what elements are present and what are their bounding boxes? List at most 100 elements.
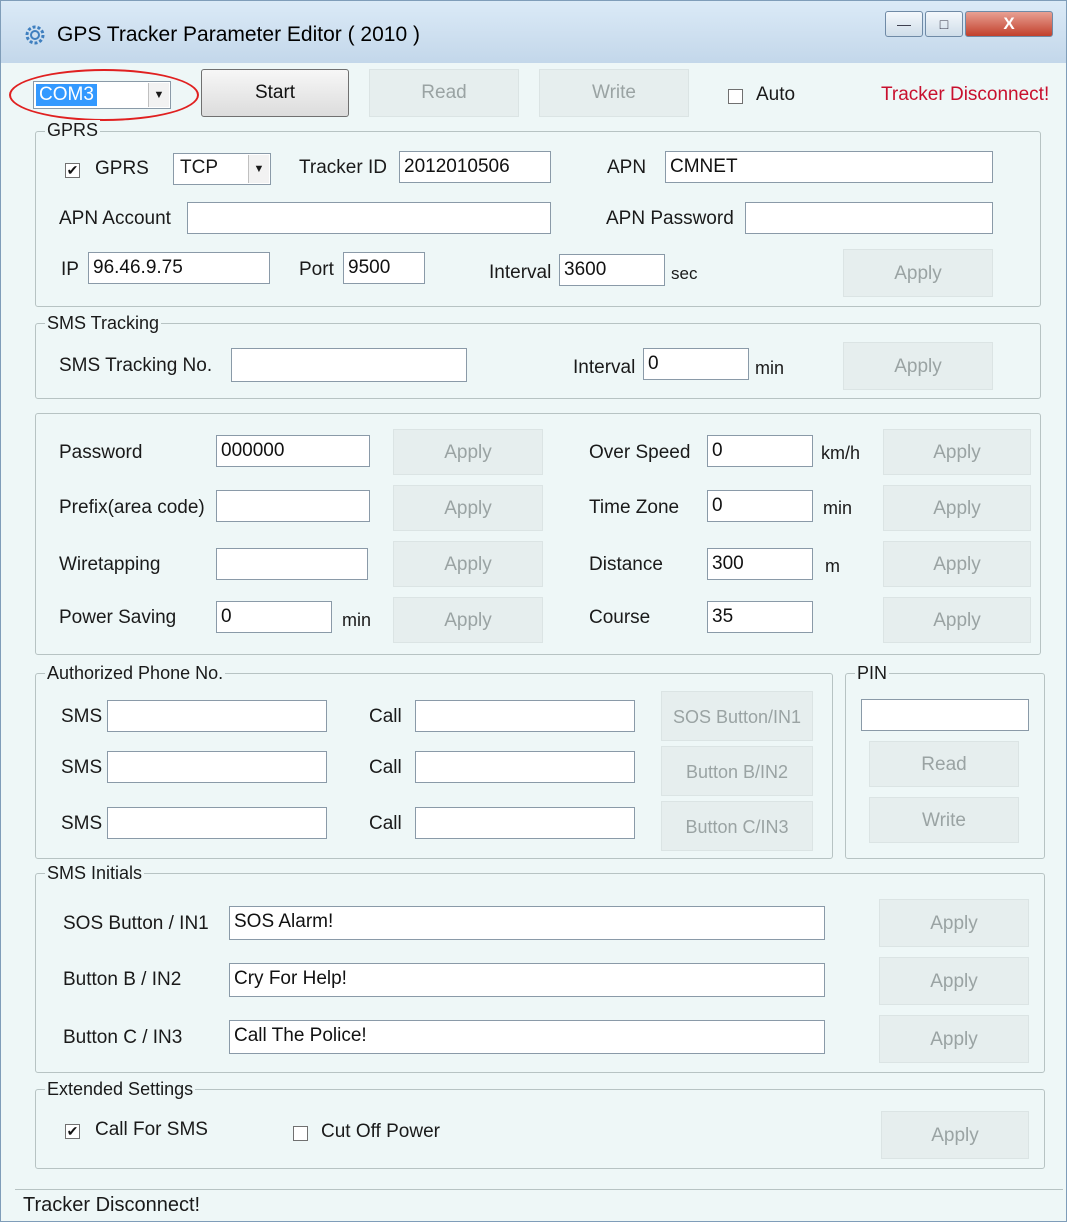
distance-label: Distance bbox=[589, 554, 663, 575]
time-zone-unit: min bbox=[823, 498, 853, 518]
tracker-id-field[interactable]: 2012010506 bbox=[399, 151, 551, 183]
call-label: Call bbox=[369, 813, 402, 834]
gear-icon bbox=[23, 23, 47, 47]
sms-tracking-group-label: SMS Tracking bbox=[45, 313, 162, 334]
apn-label: APN bbox=[607, 157, 647, 178]
extended-apply-button[interactable]: Apply bbox=[881, 1111, 1029, 1159]
interval-unit: sec bbox=[671, 264, 698, 283]
sms-initials-group-label: SMS Initials bbox=[45, 863, 145, 884]
button-b-initial-field[interactable]: Cry For Help! bbox=[229, 963, 825, 997]
power-saving-unit: min bbox=[342, 610, 372, 630]
ip-label: IP bbox=[61, 259, 79, 280]
prefix-apply-button[interactable]: Apply bbox=[393, 485, 543, 531]
call-phone-field[interactable] bbox=[415, 751, 635, 783]
button-c-initial-field[interactable]: Call The Police! bbox=[229, 1020, 825, 1054]
distance-field[interactable]: 300 bbox=[707, 548, 813, 580]
write-button[interactable]: Write bbox=[539, 69, 689, 117]
ip-field[interactable]: 96.46.9.75 bbox=[88, 252, 270, 284]
sms-tracking-no-field[interactable] bbox=[231, 348, 467, 382]
sms-tracking-apply-button[interactable]: Apply bbox=[843, 342, 993, 390]
pin-write-button[interactable]: Write bbox=[869, 797, 1019, 843]
gprs-checkbox[interactable]: ✔ bbox=[65, 163, 80, 178]
apn-account-label: APN Account bbox=[59, 208, 171, 229]
over-speed-unit: km/h bbox=[821, 443, 861, 463]
interval-label: Interval bbox=[489, 262, 552, 283]
button-c-in3[interactable]: Button C/IN3 bbox=[661, 801, 813, 851]
maximize-button[interactable]: □ bbox=[925, 11, 963, 37]
sms-label: SMS bbox=[61, 813, 103, 834]
call-label: Call bbox=[369, 706, 402, 727]
course-apply-button[interactable]: Apply bbox=[883, 597, 1031, 643]
prefix-label: Prefix(area code) bbox=[59, 497, 205, 518]
time-zone-apply-button[interactable]: Apply bbox=[883, 485, 1031, 531]
call-label: Call bbox=[369, 757, 402, 778]
sos-initial-field[interactable]: SOS Alarm! bbox=[229, 906, 825, 940]
course-field[interactable]: 35 bbox=[707, 601, 813, 633]
apn-password-field[interactable] bbox=[745, 202, 993, 234]
tracker-id-label: Tracker ID bbox=[299, 157, 387, 178]
distance-unit: m bbox=[825, 556, 840, 576]
wiretapping-label: Wiretapping bbox=[59, 554, 161, 575]
close-button[interactable]: X bbox=[965, 11, 1053, 37]
interval-field[interactable]: 3600 bbox=[559, 254, 665, 286]
window-title: GPS Tracker Parameter Editor ( 2010 ) bbox=[57, 23, 420, 46]
protocol-select[interactable]: TCP ▼ bbox=[173, 153, 271, 185]
gprs-group-label: GPRS bbox=[45, 120, 101, 141]
annotation-circle bbox=[9, 69, 199, 121]
app-window: GPS Tracker Parameter Editor ( 2010 ) — … bbox=[0, 0, 1067, 1222]
apn-field[interactable]: CMNET bbox=[665, 151, 993, 183]
sos-initial-apply-button[interactable]: Apply bbox=[879, 899, 1029, 947]
call-phone-field[interactable] bbox=[415, 700, 635, 732]
over-speed-label: Over Speed bbox=[589, 442, 691, 463]
minimize-button[interactable]: — bbox=[885, 11, 923, 37]
authorized-phone-group-label: Authorized Phone No. bbox=[45, 663, 226, 684]
password-apply-button[interactable]: Apply bbox=[393, 429, 543, 475]
call-phone-field[interactable] bbox=[415, 807, 635, 839]
read-button[interactable]: Read bbox=[369, 69, 519, 117]
pin-field[interactable] bbox=[861, 699, 1029, 731]
button-c-initial-apply-button[interactable]: Apply bbox=[879, 1015, 1029, 1063]
call-for-sms-checkbox[interactable]: ✔ bbox=[65, 1124, 80, 1139]
status-bar-text: Tracker Disconnect! bbox=[23, 1194, 201, 1216]
sms-interval-unit: min bbox=[755, 358, 785, 378]
sms-phone-field[interactable] bbox=[107, 807, 327, 839]
chevron-down-icon[interactable]: ▼ bbox=[248, 155, 269, 183]
time-zone-field[interactable]: 0 bbox=[707, 490, 813, 522]
sos-button-in1[interactable]: SOS Button/IN1 bbox=[661, 691, 813, 741]
cut-off-power-label: Cut Off Power bbox=[321, 1121, 440, 1142]
port-field[interactable]: 9500 bbox=[343, 252, 425, 284]
course-label: Course bbox=[589, 607, 651, 628]
password-label: Password bbox=[59, 442, 143, 463]
sos-initial-label: SOS Button / IN1 bbox=[63, 913, 209, 934]
cut-off-power-checkbox[interactable] bbox=[293, 1126, 308, 1141]
button-b-initial-apply-button[interactable]: Apply bbox=[879, 957, 1029, 1005]
pin-read-button[interactable]: Read bbox=[869, 741, 1019, 787]
sms-phone-field[interactable] bbox=[107, 751, 327, 783]
over-speed-apply-button[interactable]: Apply bbox=[883, 429, 1031, 475]
power-saving-apply-button[interactable]: Apply bbox=[393, 597, 543, 643]
wiretapping-field[interactable] bbox=[216, 548, 368, 580]
distance-apply-button[interactable]: Apply bbox=[883, 541, 1031, 587]
sms-interval-label: Interval bbox=[573, 357, 636, 378]
auto-checkbox[interactable] bbox=[728, 89, 743, 104]
sms-interval-field[interactable]: 0 bbox=[643, 348, 749, 380]
over-speed-field[interactable]: 0 bbox=[707, 435, 813, 467]
gprs-apply-button[interactable]: Apply bbox=[843, 249, 993, 297]
pin-group-label: PIN bbox=[855, 663, 890, 684]
wiretapping-apply-button[interactable]: Apply bbox=[393, 541, 543, 587]
gprs-label: GPRS bbox=[95, 158, 149, 179]
button-b-in2[interactable]: Button B/IN2 bbox=[661, 746, 813, 796]
button-c-initial-label: Button C / IN3 bbox=[63, 1027, 183, 1048]
sms-tracking-no-label: SMS Tracking No. bbox=[59, 355, 213, 376]
start-button[interactable]: Start bbox=[201, 69, 349, 117]
time-zone-label: Time Zone bbox=[589, 497, 680, 518]
call-for-sms-label: Call For SMS bbox=[95, 1119, 208, 1140]
prefix-field[interactable] bbox=[216, 490, 370, 522]
password-field[interactable]: 000000 bbox=[216, 435, 370, 467]
sms-phone-field[interactable] bbox=[107, 700, 327, 732]
apn-account-field[interactable] bbox=[187, 202, 551, 234]
power-saving-field[interactable]: 0 bbox=[216, 601, 332, 633]
sms-label: SMS bbox=[61, 706, 103, 727]
auto-label: Auto bbox=[756, 84, 796, 105]
title-bar[interactable]: GPS Tracker Parameter Editor ( 2010 ) — … bbox=[1, 1, 1066, 63]
